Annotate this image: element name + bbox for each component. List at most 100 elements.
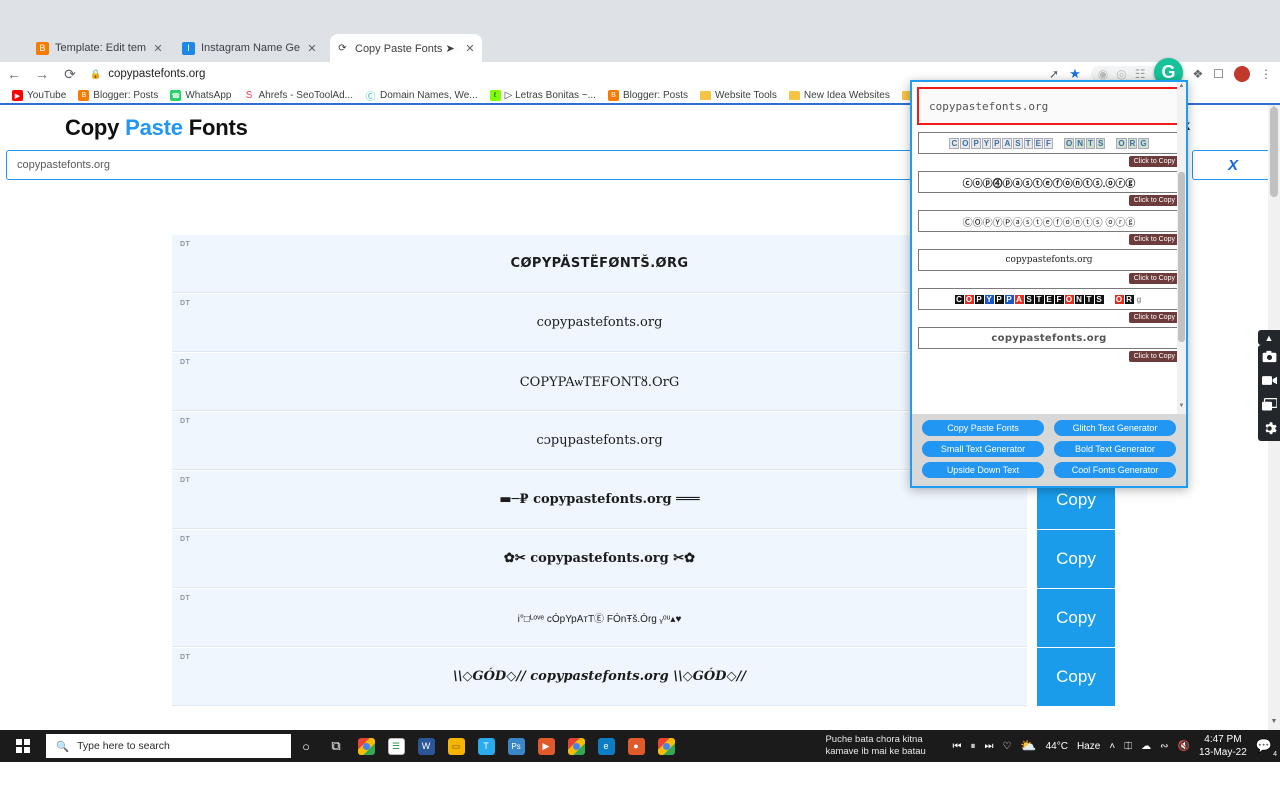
taskbar-app-edge[interactable]: e bbox=[591, 730, 621, 762]
back-button[interactable]: ← bbox=[0, 62, 28, 86]
gear-icon[interactable] bbox=[1262, 421, 1277, 436]
popup-link-small-text-generator[interactable]: Small Text Generator bbox=[922, 441, 1044, 457]
popup-copy-button[interactable]: Click to Copy bbox=[1129, 156, 1180, 167]
float-tools-handle[interactable]: ▲ bbox=[1258, 330, 1280, 345]
popup-font-preview[interactable]: copypastefonts.org bbox=[918, 327, 1180, 349]
cortana-icon[interactable]: ○ bbox=[291, 730, 321, 762]
taskbar-app-video[interactable]: ▶ bbox=[531, 730, 561, 762]
tray-cloud-icon[interactable]: ☁ bbox=[1141, 741, 1151, 752]
popup-font-preview[interactable]: COPYPPASTEFONTSORg bbox=[918, 288, 1180, 310]
bookmark-blogger-2[interactable]: BBlogger: Posts bbox=[602, 90, 694, 101]
taskbar-app-firefox[interactable]: ● bbox=[621, 730, 651, 762]
font-preview-cell[interactable]: DT ▬─₽ copypastefonts.org ═══ bbox=[172, 471, 1027, 529]
gallery-icon[interactable] bbox=[1262, 397, 1277, 412]
share-icon[interactable]: ➚ bbox=[1049, 67, 1059, 81]
font-preview-cell[interactable]: DT copypastefonts.org bbox=[172, 294, 1027, 352]
popup-font-preview[interactable]: ⒸⓄⓅⓎⓅⓐⓢⓣⓔⓕⓞⓝⓣⓢ ⓞⓡⓖ bbox=[918, 210, 1180, 232]
media-next-icon[interactable]: ⏭ bbox=[984, 741, 993, 752]
media-like-icon[interactable]: ♡ bbox=[1002, 741, 1011, 752]
taskbar-app-photoshop[interactable]: Ps bbox=[501, 730, 531, 762]
media-prev-icon[interactable]: ⏮ bbox=[952, 741, 961, 752]
start-button[interactable] bbox=[0, 730, 46, 762]
taskbar-search-input[interactable]: 🔍 Type here to search bbox=[46, 734, 291, 758]
popup-font-preview[interactable]: COPYPASTEFONTSORG bbox=[918, 132, 1180, 154]
extension-icon-2[interactable]: ◎ bbox=[1116, 67, 1126, 81]
puzzle-icon[interactable]: ❖ bbox=[1192, 67, 1203, 81]
camera-icon[interactable] bbox=[1262, 349, 1277, 364]
copy-button[interactable]: Copy bbox=[1037, 648, 1115, 706]
taskbar-app-chrome[interactable] bbox=[351, 730, 381, 762]
popup-copy-button[interactable]: Click to Copy bbox=[1129, 312, 1180, 323]
taskbar-app-telegram[interactable]: T bbox=[471, 730, 501, 762]
bookmark-folder-website-tools[interactable]: Website Tools bbox=[694, 90, 783, 101]
side-panel-icon[interactable]: ☐ bbox=[1213, 67, 1224, 81]
popup-scrollbar-thumb[interactable] bbox=[1178, 172, 1185, 342]
font-preview-cell[interactable]: DT COPYPAѡTEFONTȣ.OrG bbox=[172, 353, 1027, 411]
taskbar-app-notepad[interactable]: ☰ bbox=[381, 730, 411, 762]
extension-icon-3[interactable]: ☷ bbox=[1135, 67, 1146, 81]
popup-font-preview[interactable]: copypastefonts.org bbox=[918, 249, 1180, 271]
taskbar-app-explorer[interactable]: ▭ bbox=[441, 730, 471, 762]
popup-link-cool-fonts-generator[interactable]: Cool Fonts Generator bbox=[1054, 462, 1176, 478]
popup-link-copy-paste-fonts[interactable]: Copy Paste Fonts bbox=[922, 420, 1044, 436]
tab-close-icon[interactable]: ✕ bbox=[464, 42, 476, 55]
tray-expand-icon[interactable]: ˄ bbox=[1109, 741, 1115, 752]
notification-center-icon[interactable]: 💬 4 bbox=[1256, 738, 1272, 754]
popup-text-input[interactable]: copypastefonts.org bbox=[917, 87, 1181, 125]
browser-tab-2[interactable]: I Instagram Name Generator ▬▬ ✕ bbox=[176, 34, 324, 62]
popup-link-glitch-text-generator[interactable]: Glitch Text Generator bbox=[1054, 420, 1176, 436]
reload-button[interactable]: ⟳ bbox=[56, 62, 84, 86]
profile-avatar[interactable] bbox=[1234, 66, 1250, 82]
popup-copy-button[interactable]: Click to Copy bbox=[1129, 351, 1180, 362]
bookmark-letras-bonitas[interactable]: ℓ▷ Letras Bonitas ~... bbox=[484, 90, 602, 101]
tray-network-icon[interactable]: ∾ bbox=[1160, 741, 1168, 752]
popup-copy-button[interactable]: Click to Copy bbox=[1129, 195, 1180, 206]
font-preview-cell[interactable]: DT ✿✂ copypastefonts.org ✂✿ bbox=[172, 530, 1027, 588]
taskbar-app-chrome-3[interactable] bbox=[651, 730, 681, 762]
extension-icon-1[interactable]: ◉ bbox=[1098, 67, 1108, 81]
copy-button[interactable]: Copy bbox=[1037, 530, 1115, 588]
bookmark-youtube[interactable]: ▶YouTube bbox=[6, 90, 72, 101]
video-icon[interactable] bbox=[1262, 373, 1277, 388]
popup-copy-button[interactable]: Click to Copy bbox=[1129, 234, 1180, 245]
clear-button[interactable]: X bbox=[1192, 150, 1274, 180]
bookmark-domain-names[interactable]: ⒸDomain Names, We... bbox=[359, 90, 484, 101]
browser-tab-1[interactable]: B Template: Edit template ✕ bbox=[30, 34, 170, 62]
bookmark-label: Domain Names, We... bbox=[380, 90, 478, 101]
popup-link-upside-down-text[interactable]: Upside Down Text bbox=[922, 462, 1044, 478]
popup-font-preview[interactable]: ⓒⓞⓟ⓸ⓟⓐⓢⓣⓔⓕⓞⓝⓣⓢ.ⓞⓡⓖ bbox=[918, 171, 1180, 193]
media-pause-icon[interactable]: ⏸ bbox=[970, 741, 975, 752]
scrollbar-thumb[interactable] bbox=[1270, 107, 1278, 197]
tab-close-icon[interactable]: ✕ bbox=[306, 42, 318, 55]
tray-device-icon[interactable]: ⎅ bbox=[1124, 741, 1132, 752]
address-bar[interactable]: 🔒 copypastefonts.org bbox=[90, 65, 1049, 83]
bookmark-blogger[interactable]: BBlogger: Posts bbox=[72, 90, 164, 101]
taskbar-app-chrome-2[interactable] bbox=[561, 730, 591, 762]
bookmark-whatsapp[interactable]: ☎WhatsApp bbox=[164, 90, 237, 101]
tab-close-icon[interactable]: ✕ bbox=[152, 42, 164, 55]
font-preview-cell[interactable]: DT i°□ᴸᵒᵛᵉ cÓpYpAᴛTⒺ FÓnŦš.Órg ᵧᵒᵘ▴♥ bbox=[172, 589, 1027, 647]
bookmark-label: ▷ Letras Bonitas ~... bbox=[505, 90, 596, 101]
windows-taskbar: 🔍 Type here to search ○ ⧉ ☰ W ▭ T Ps ▶ e… bbox=[0, 730, 1280, 762]
forward-button[interactable]: → bbox=[28, 62, 56, 86]
font-preview-cell[interactable]: DT \\◇GÓD◇// copypastefonts.org \\◇GÓD◇/… bbox=[172, 648, 1027, 706]
popup-scroll-down-arrow[interactable]: ▼ bbox=[1177, 403, 1186, 413]
bookmark-ahrefs[interactable]: ЅAhrefs - SeoToolAd... bbox=[237, 90, 359, 101]
taskbar-app-word[interactable]: W bbox=[411, 730, 441, 762]
popup-copy-button[interactable]: Click to Copy bbox=[1129, 273, 1180, 284]
popup-scroll-up-arrow[interactable]: ▲ bbox=[1177, 83, 1186, 93]
bookmark-label: Ahrefs - SeoToolAd... bbox=[258, 90, 353, 101]
task-view-icon[interactable]: ⧉ bbox=[321, 730, 351, 762]
tray-volume-icon[interactable]: 🔇 bbox=[1178, 741, 1190, 752]
taskbar-clock[interactable]: 4:47 PM 13-May-22 bbox=[1199, 733, 1247, 759]
popup-link-bold-text-generator[interactable]: Bold Text Generator bbox=[1054, 441, 1176, 457]
popup-scrollbar[interactable]: ▲ ▼ bbox=[1177, 82, 1186, 414]
browser-tab-3-active[interactable]: ⟳ Copy Paste Fonts ➤ #1 ▬→♥Fran ✕ bbox=[330, 34, 482, 62]
dt-badge: DT bbox=[180, 241, 190, 248]
font-preview-cell[interactable]: DT cɔpɥpastefonts.org bbox=[172, 412, 1027, 470]
bookmark-folder-new-idea-websites[interactable]: New Idea Websites bbox=[783, 90, 896, 101]
chrome-menu-icon[interactable]: ⋮ bbox=[1260, 67, 1272, 81]
scroll-down-arrow[interactable]: ▼ bbox=[1268, 718, 1280, 730]
font-preview-cell[interactable]: DT CØPYPÄSTËFØNTŠ.ØRG bbox=[172, 235, 1027, 293]
copy-button[interactable]: Copy bbox=[1037, 589, 1115, 647]
